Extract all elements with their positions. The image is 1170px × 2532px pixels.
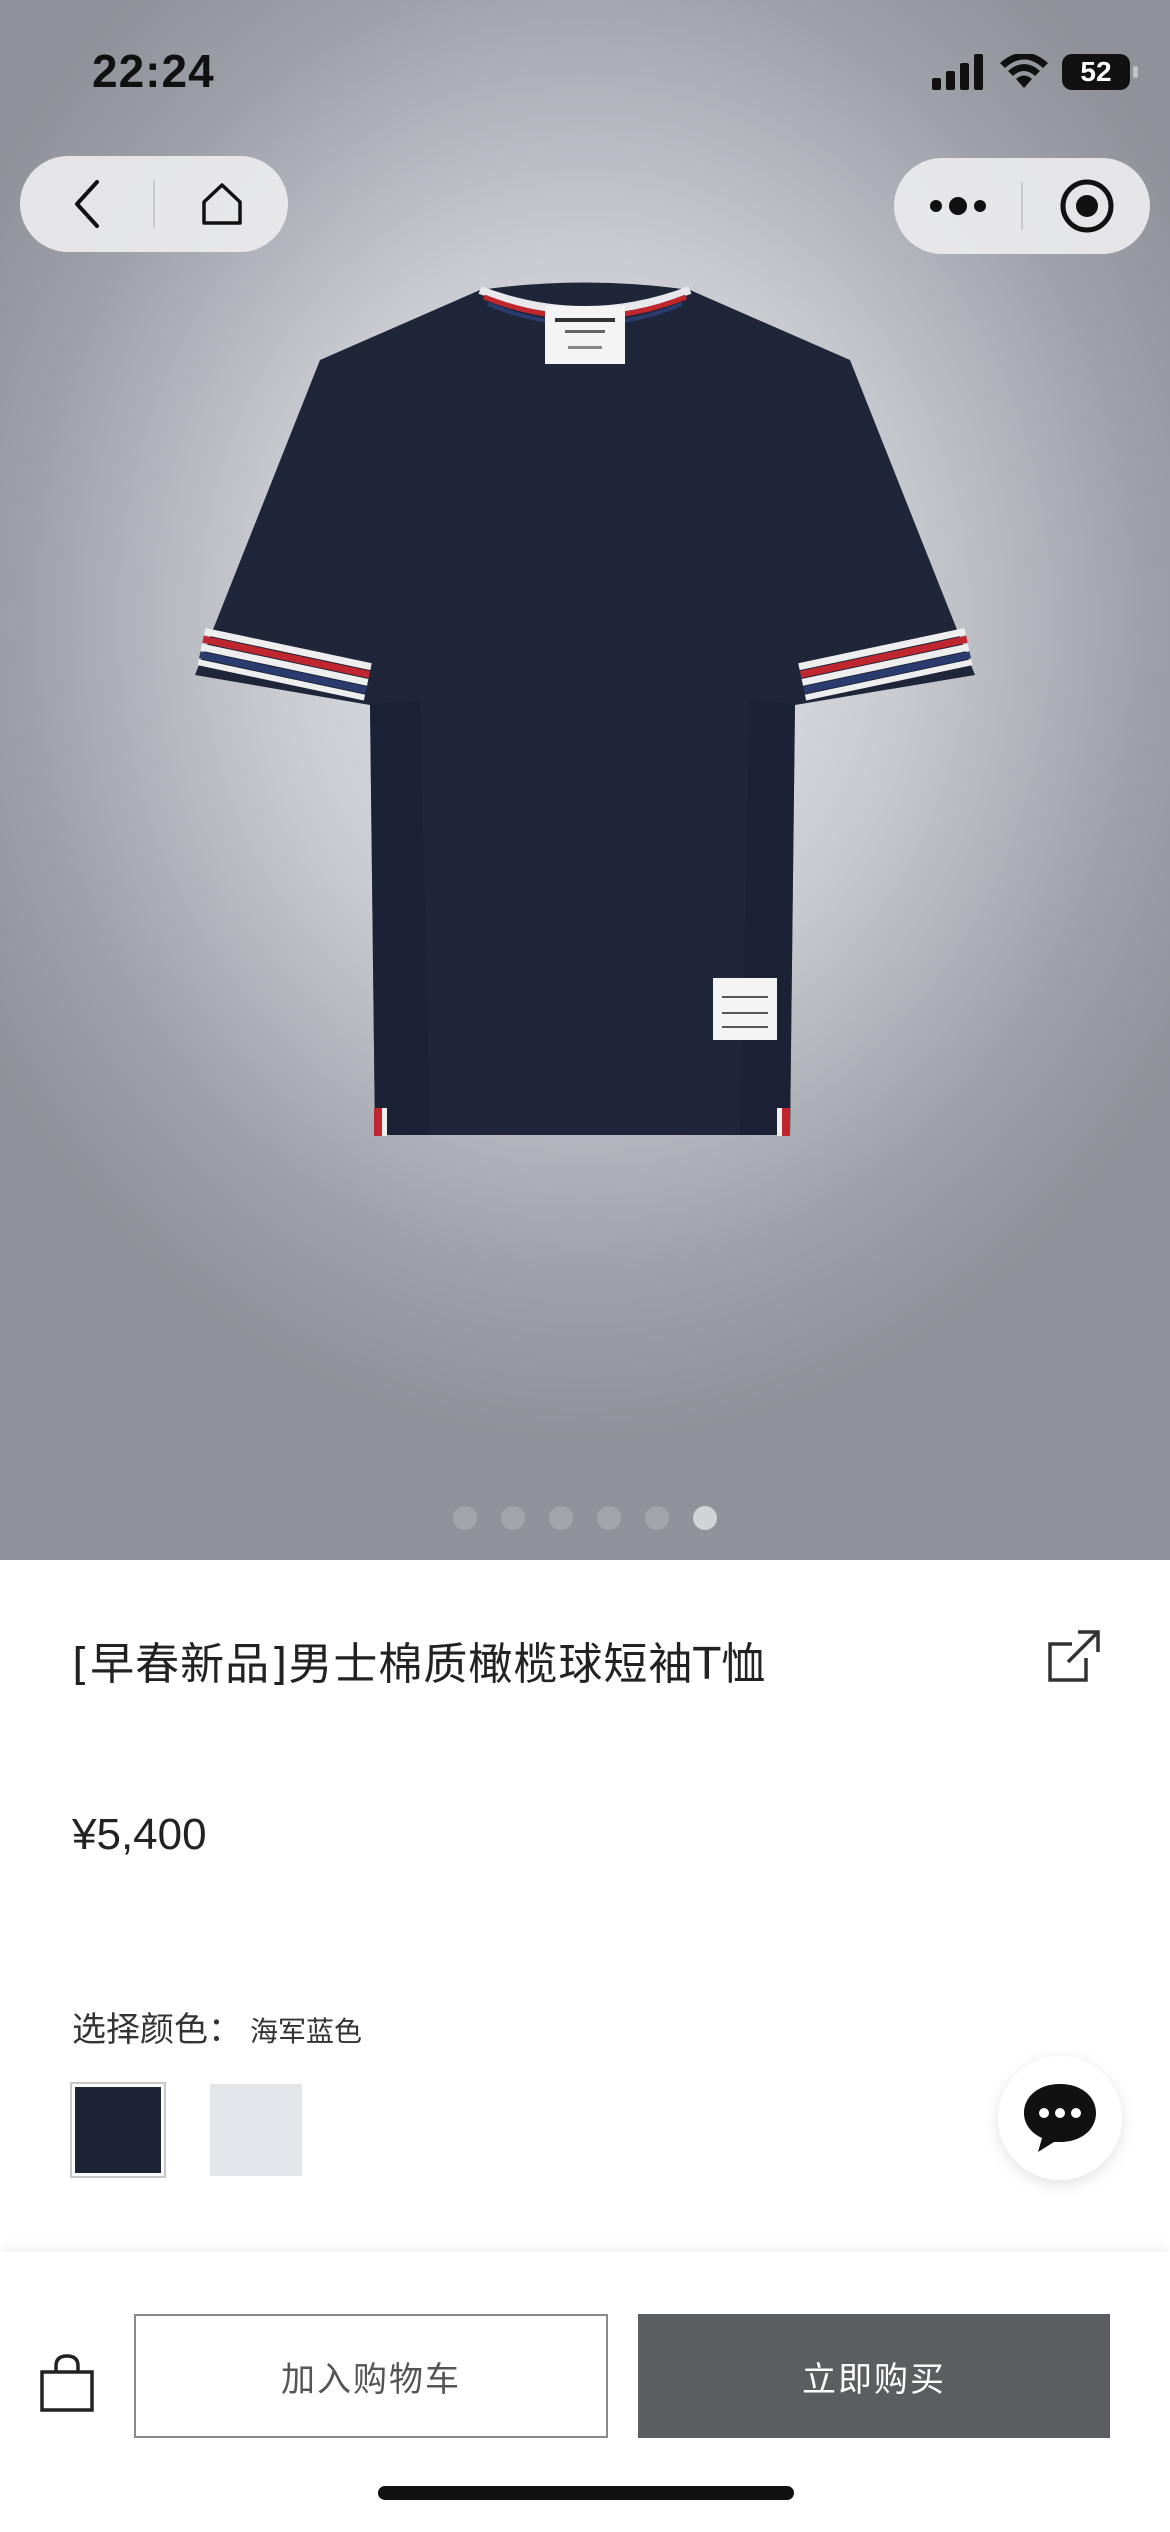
share-icon[interactable] [1046, 1628, 1102, 1684]
signal-icon [932, 54, 983, 90]
home-icon [201, 183, 242, 225]
buy-now-button[interactable]: 立即购买 [638, 2314, 1110, 2438]
battery-icon: 52 [1062, 54, 1138, 90]
carousel-indicator [0, 1506, 1170, 1530]
status-icons: 52 [932, 48, 1138, 96]
customer-service-button[interactable] [998, 2056, 1122, 2180]
color-swatch-white[interactable] [210, 2084, 302, 2176]
back-icon [74, 180, 99, 228]
close-miniprogram-button[interactable] [1023, 158, 1150, 254]
more-icon [929, 197, 986, 215]
home-indicator [378, 2486, 794, 2500]
more-button[interactable] [894, 158, 1021, 254]
close-miniprogram-icon [1060, 179, 1113, 233]
menu-capsule [894, 158, 1150, 254]
carousel-dot[interactable] [597, 1506, 621, 1530]
carousel-dot[interactable] [693, 1506, 717, 1530]
shopping-bag-icon[interactable] [38, 2352, 96, 2414]
carousel-dot[interactable] [453, 1506, 477, 1530]
wifi-icon [1000, 54, 1048, 88]
selected-color-name: 海军蓝色 [250, 2015, 363, 2048]
carousel-dot[interactable] [645, 1506, 669, 1530]
add-to-cart-button[interactable]: 加入购物车 [134, 2314, 608, 2438]
color-label: 选择颜色： [72, 2010, 242, 2050]
color-swatch-navy[interactable] [72, 2084, 164, 2176]
product-title: [早春新品]男士棉质橄榄球短袖T恤 [72, 1639, 767, 1690]
carousel-dot[interactable] [549, 1506, 573, 1530]
product-image-carousel[interactable]: 22:24 52 [0, 0, 1170, 1560]
chat-icon [1024, 2084, 1096, 2152]
nav-capsule [20, 156, 288, 252]
color-selector-label: 选择颜色： 海军蓝色 [72, 2002, 362, 2051]
status-time: 22:24 [92, 45, 215, 97]
carousel-dot[interactable] [501, 1506, 525, 1530]
product-price: ¥5,400 [72, 1810, 207, 1859]
back-button[interactable] [20, 156, 153, 252]
home-button[interactable] [155, 156, 288, 252]
